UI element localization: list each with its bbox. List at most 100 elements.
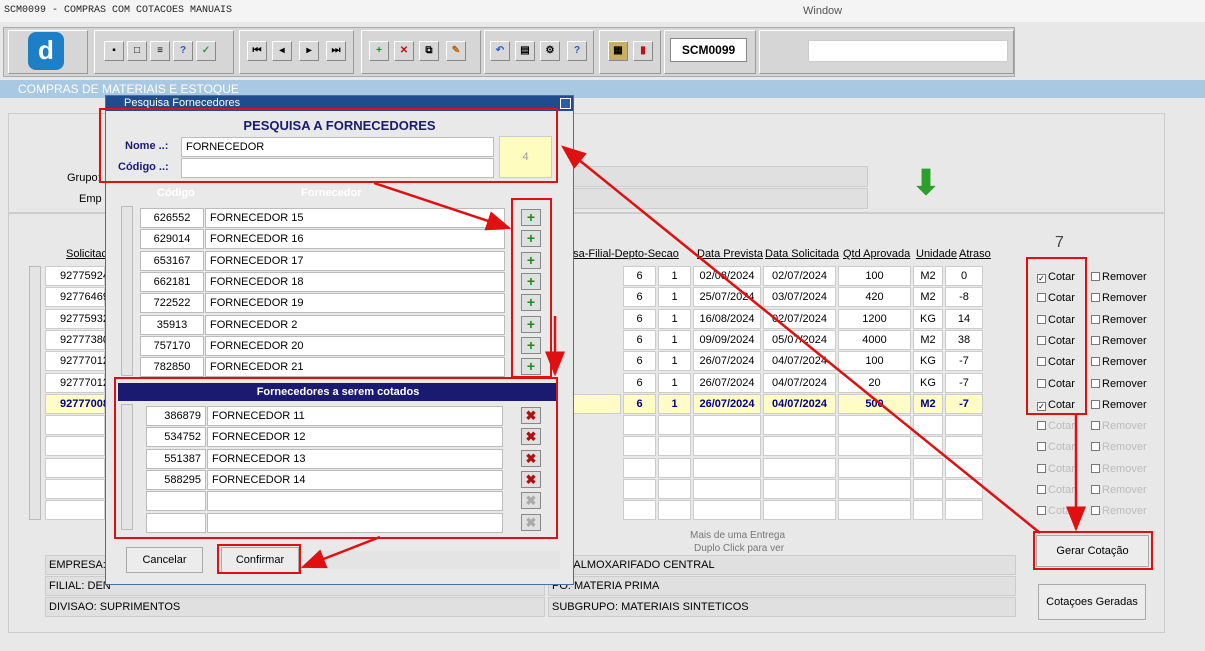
grid-cell-b[interactable]: 1 [658,351,691,371]
cotar-checkbox[interactable]: Cotar [1037,504,1075,518]
checkbox-box[interactable] [1091,357,1100,366]
settings-icon[interactable]: ⚙ [540,41,560,61]
help-icon[interactable]: ? [567,41,587,61]
grid-cell-empty[interactable] [658,500,691,520]
result-fornecedor[interactable]: FORNECEDOR 15 [205,208,505,228]
grid-cell-un[interactable]: KG [913,351,943,371]
checkbox-box[interactable] [1037,315,1046,324]
next-record-icon[interactable]: ▸ [299,41,319,61]
confirm-button[interactable]: Confirmar [221,547,299,573]
grid-cell-empty[interactable] [658,458,691,478]
grupo-field[interactable] [560,166,868,187]
checkbox-box[interactable] [1037,442,1046,451]
checkbox-box[interactable] [1037,485,1046,494]
grid-cell-empty[interactable] [945,436,983,456]
codigo-input[interactable] [181,158,494,178]
grid-cell-solic[interactable]: 02/07/2024 [763,266,836,286]
col-header-data-solicitada[interactable]: Data Solicitada [765,248,839,260]
grid-cell-a[interactable]: 6 [623,309,656,329]
grid-cell-a[interactable]: 6 [623,287,656,307]
grid-cell-un[interactable]: M2 [913,266,943,286]
result-fornecedor[interactable]: FORNECEDOR 16 [205,229,505,249]
add-supplier-icon[interactable]: + [521,358,541,375]
checkbox-box[interactable] [1091,315,1100,324]
grid-cell-solic[interactable]: 04/07/2024 [763,394,836,414]
grid-cell-atraso[interactable]: -7 [945,394,983,414]
checkbox-box[interactable] [1091,379,1100,388]
grid-cell-a[interactable]: 6 [623,373,656,393]
grid-cell-empty[interactable] [658,415,691,435]
grid-cell-empty[interactable] [913,436,943,456]
selected-empty[interactable] [207,513,503,533]
selected-codigo[interactable]: 386879 [146,406,206,426]
col-header-depto[interactable]: esa-Filial-Depto-Secao [567,248,679,260]
checkbox-box[interactable] [1037,421,1046,430]
selected-fornecedor[interactable]: FORNECEDOR 14 [207,470,503,490]
grid-cell-atraso[interactable]: 0 [945,266,983,286]
grid-cell-solic[interactable]: 03/07/2024 [763,287,836,307]
grid-cell-sol[interactable]: 92775932 [45,309,109,329]
grid-cell-prev[interactable]: 26/07/2024 [693,373,761,393]
remover-checkbox[interactable]: Remover [1091,334,1147,348]
grid-cell-empty[interactable] [763,415,836,435]
add-supplier-icon[interactable]: + [521,316,541,333]
grid-cell-qtd[interactable]: 20 [838,373,911,393]
result-fornecedor[interactable]: FORNECEDOR 21 [205,357,505,377]
grid-cell-empty[interactable] [45,500,105,520]
cotar-checkbox[interactable]: Cotar [1037,355,1075,369]
cotar-checkbox[interactable]: Cotar [1037,377,1075,391]
remover-checkbox[interactable]: Remover [1091,270,1147,284]
grid-cell-qtd[interactable]: 1200 [838,309,911,329]
grid-cell-un[interactable]: KG [913,309,943,329]
save-icon[interactable]: ▪ [104,41,124,61]
checkbox-box[interactable] [1037,506,1046,515]
grid-cell-empty[interactable] [945,458,983,478]
grid-cell-a[interactable]: 6 [623,266,656,286]
selected-empty[interactable] [146,513,206,533]
grid-cell-empty[interactable] [763,479,836,499]
grid-cell-prev[interactable]: 25/07/2024 [693,287,761,307]
arrow-down-icon[interactable]: ⬇ [908,166,944,202]
add-supplier-icon[interactable]: + [521,294,541,311]
print-icon[interactable]: ≡ [150,41,170,61]
remover-checkbox[interactable]: Remover [1091,398,1147,412]
grid-cell-qtd[interactable]: 100 [838,266,911,286]
grid-cell-atraso[interactable]: 38 [945,330,983,350]
grid-cell-solic[interactable]: 02/07/2024 [763,309,836,329]
remover-checkbox[interactable]: Remover [1091,483,1147,497]
grid-cell-empty[interactable] [45,415,105,435]
checkbox-box[interactable] [1091,400,1100,409]
grid-cell-empty[interactable] [623,500,656,520]
result-codigo[interactable]: 653167 [140,251,204,271]
calculator-icon[interactable]: ▦ [608,41,628,61]
grid-cell-qtd[interactable]: 4000 [838,330,911,350]
grid-cell-solic[interactable]: 05/07/2024 [763,330,836,350]
nome-input[interactable]: FORNECEDOR [181,137,494,157]
clear-icon[interactable]: ✎ [446,41,466,61]
checkbox-box[interactable]: ✓ [1037,402,1046,411]
grid-cell-atraso[interactable]: -8 [945,287,983,307]
remover-checkbox[interactable]: Remover [1091,313,1147,327]
cotar-checkbox[interactable]: Cotar [1037,462,1075,476]
checkbox-box[interactable] [1037,357,1046,366]
grid-cell-un[interactable]: M2 [913,287,943,307]
grid-cell-sol[interactable]: 92776469 [45,287,109,307]
grid-cell-empty[interactable] [763,458,836,478]
grid-cell-b[interactable]: 1 [658,330,691,350]
checkbox-box[interactable] [1091,272,1100,281]
grid-cell-empty[interactable] [945,415,983,435]
remover-checkbox[interactable]: Remover [1091,504,1147,518]
exit-icon[interactable]: ▮ [633,41,653,61]
grid-cell-qtd[interactable]: 500 [838,394,911,414]
undo-icon[interactable]: ↶ [490,41,510,61]
remover-checkbox[interactable]: Remover [1091,440,1147,454]
remove-supplier-icon[interactable]: ✖ [521,514,541,531]
grid-cell-empty[interactable] [838,436,911,456]
result-codigo[interactable]: 782850 [140,357,204,377]
checkbox-box[interactable] [1037,464,1046,473]
result-codigo[interactable]: 35913 [140,315,204,335]
grid-cell-un[interactable]: M2 [913,394,943,414]
cotar-checkbox[interactable]: Cotar [1037,313,1075,327]
add-supplier-icon[interactable]: + [521,252,541,269]
grid-cell-prev[interactable]: 09/09/2024 [693,330,761,350]
